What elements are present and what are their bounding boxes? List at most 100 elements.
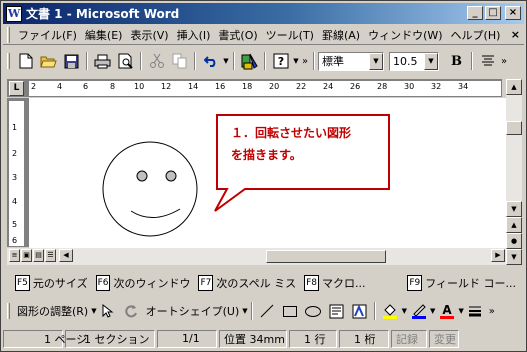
vruler-tick: 5 <box>12 220 18 229</box>
menu-window[interactable]: ウィンドウ(W) <box>364 27 446 43</box>
new-document-icon[interactable] <box>14 50 37 72</box>
print-icon[interactable] <box>91 50 114 72</box>
line-color-icon[interactable] <box>407 300 430 322</box>
normal-view-icon[interactable]: ≡ <box>9 249 20 262</box>
ruler-tick: 6 <box>83 82 89 91</box>
style-chevron-down-icon[interactable]: ▼ <box>369 52 383 70</box>
save-disk-icon[interactable] <box>60 50 83 72</box>
bold-button[interactable]: B <box>445 50 468 72</box>
status-section: 1 セクション <box>65 329 155 348</box>
scroll-up-icon[interactable]: ▲ <box>506 79 522 95</box>
menu-insert[interactable]: 挿入(I) <box>173 27 215 43</box>
menu-table[interactable]: 罫線(A) <box>318 27 364 43</box>
svg-text:?: ? <box>277 55 283 68</box>
fkey-f7-key: F7 <box>198 275 214 291</box>
select-objects-icon[interactable] <box>97 300 120 322</box>
scroll-left-icon[interactable]: ◀ <box>59 249 73 262</box>
menu-help[interactable]: ヘルプ(H) <box>447 27 505 43</box>
standard-toolbar: ▼ ? ▼ » 標準 ▼ 10.5 ▼ B » <box>3 48 524 74</box>
line-tool-icon[interactable] <box>256 300 279 322</box>
vruler-tick: 6 <box>12 236 18 245</box>
toolbar-overflow-icon-2[interactable]: » <box>499 50 509 72</box>
help-dropdown-chevron-icon[interactable]: ▼ <box>292 50 300 72</box>
fkey-f8[interactable]: F8 マクロ... <box>304 275 366 291</box>
toolbar-overflow-icon[interactable]: » <box>300 50 310 72</box>
fkey-f6[interactable]: F6 次のウィンドウ <box>95 275 190 291</box>
status-page: 1 ページ <box>3 329 87 348</box>
scroll-down-icon[interactable]: ▼ <box>506 201 522 217</box>
autoshapes-chevron-down-icon[interactable]: ▼ <box>242 307 247 315</box>
vruler-tick: 1 <box>12 123 18 132</box>
status-rec[interactable]: 記録 <box>391 329 427 348</box>
menu-grip[interactable] <box>7 26 10 43</box>
line-style-icon[interactable] <box>464 300 487 322</box>
previous-page-icon[interactable]: ▲ <box>506 217 522 233</box>
fkey-f7[interactable]: F7 次のスペル ミス <box>198 275 296 291</box>
horizontal-scrollbar[interactable] <box>7 248 506 265</box>
font-color-icon[interactable]: A <box>435 300 458 322</box>
menu-edit[interactable]: 編集(E) <box>81 27 127 43</box>
autoshapes-button[interactable]: オートシェイプ(U) <box>143 303 243 319</box>
undo-dropdown-chevron-icon[interactable]: ▼ <box>222 50 230 72</box>
status-position: 位置 34mm <box>219 329 287 348</box>
menu-format[interactable]: 書式(O) <box>214 27 261 43</box>
print-layout-view-icon[interactable]: ▤ <box>33 249 44 262</box>
smiley-face-shape[interactable] <box>102 141 198 237</box>
vruler-tick: 4 <box>12 197 18 206</box>
title-bar[interactable]: W 文書 1 - Microsoft Word _ □ × <box>3 3 524 24</box>
style-select[interactable]: 標準 ▼ <box>318 51 384 71</box>
callout-text-line1: １．回転させたい図形 <box>231 126 352 140</box>
menu-view[interactable]: 表示(V) <box>126 27 172 43</box>
align-center-icon[interactable] <box>476 50 499 72</box>
vertical-ruler[interactable]: 1 2 3 4 5 6 <box>9 101 24 246</box>
fkey-f9[interactable]: F9 フィールド コー... <box>407 275 516 291</box>
open-folder-icon[interactable] <box>37 50 60 72</box>
scroll-right-icon[interactable]: ▶ <box>491 249 505 262</box>
document-close-button[interactable]: × <box>511 28 520 41</box>
minimize-button[interactable]: _ <box>467 6 483 20</box>
drawbar-overflow-icon[interactable]: » <box>487 300 497 322</box>
menu-file[interactable]: ファイル(F) <box>14 27 81 43</box>
fkey-f9-key: F9 <box>407 275 423 291</box>
ruler-tick: 30 <box>404 82 415 91</box>
drawing-toolbar-icon[interactable] <box>238 50 261 72</box>
ruler-tick: 28 <box>377 82 388 91</box>
font-size-select[interactable]: 10.5 ▼ <box>389 51 439 71</box>
size-chevron-down-icon[interactable]: ▼ <box>424 52 438 70</box>
document-area[interactable]: １．回転させたい図形 を描きます。 <box>29 98 506 248</box>
free-rotate-icon[interactable] <box>120 300 143 322</box>
vruler-tick: 3 <box>12 173 18 182</box>
word-app-icon[interactable]: W <box>6 5 22 22</box>
fkey-f5[interactable]: F5 元のサイズ <box>15 275 88 291</box>
draw-adjust-button[interactable]: 図形の調整(R) <box>14 303 91 319</box>
next-page-icon[interactable]: ▼ <box>506 249 522 265</box>
horizontal-scroll-thumb[interactable] <box>266 250 386 263</box>
style-value: 標準 <box>322 55 344 68</box>
undo-icon[interactable] <box>199 50 222 72</box>
print-preview-icon[interactable] <box>114 50 137 72</box>
close-button[interactable]: × <box>505 6 521 20</box>
text-box-icon[interactable] <box>325 300 348 322</box>
browse-object-icon[interactable]: ● <box>506 233 522 249</box>
horizontal-ruler[interactable]: 2 4 6 8 10 12 14 16 18 20 22 24 26 28 30… <box>29 81 501 96</box>
rectangle-tool-icon[interactable] <box>279 300 302 322</box>
ruler-tick: 32 <box>431 82 442 91</box>
tab-stop-selector[interactable]: L <box>9 81 24 96</box>
vertical-scrollbar[interactable]: ▲ ▼ ▲ ● ▼ <box>506 79 522 265</box>
maximize-button[interactable]: □ <box>485 6 501 20</box>
oval-tool-icon[interactable] <box>302 300 325 322</box>
wordart-icon[interactable] <box>348 300 371 322</box>
copy-icon[interactable] <box>168 50 191 72</box>
help-icon[interactable]: ? <box>269 50 292 72</box>
menu-tools[interactable]: ツール(T) <box>262 27 318 43</box>
drawbar-grip[interactable] <box>7 303 10 319</box>
status-trk[interactable]: 変更 <box>429 329 459 348</box>
font-size-value: 10.5 <box>393 54 418 68</box>
toolbar-grip[interactable] <box>7 53 10 69</box>
fill-color-icon[interactable] <box>379 300 402 322</box>
ruler-tick: 8 <box>110 82 116 91</box>
vertical-scroll-thumb[interactable] <box>506 121 522 135</box>
outline-view-icon[interactable]: ☰ <box>45 249 56 262</box>
web-layout-view-icon[interactable]: ▣ <box>21 249 32 262</box>
cut-scissors-icon[interactable] <box>145 50 168 72</box>
